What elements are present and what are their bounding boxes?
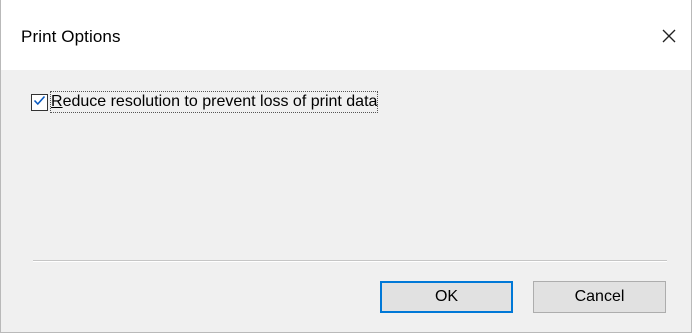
ok-button[interactable]: OK [380, 281, 513, 313]
label-rest: educe resolution to prevent loss of prin… [62, 93, 378, 110]
reduce-resolution-checkbox[interactable] [31, 93, 48, 111]
close-button[interactable] [647, 18, 691, 54]
separator [33, 260, 667, 262]
label-mnemonic-letter: R [51, 93, 63, 110]
reduce-resolution-label[interactable]: Reduce resolution to prevent loss of pri… [50, 91, 379, 113]
dialog-title: Print Options [21, 27, 121, 46]
print-options-dialog: Print Options Reduce resolution to preve… [0, 0, 692, 333]
checkmark-icon [33, 93, 46, 111]
title-bar: Print Options [1, 0, 691, 70]
reduce-resolution-option[interactable]: Reduce resolution to prevent loss of pri… [31, 90, 379, 114]
close-icon [662, 29, 676, 43]
cancel-button[interactable]: Cancel [533, 281, 666, 313]
